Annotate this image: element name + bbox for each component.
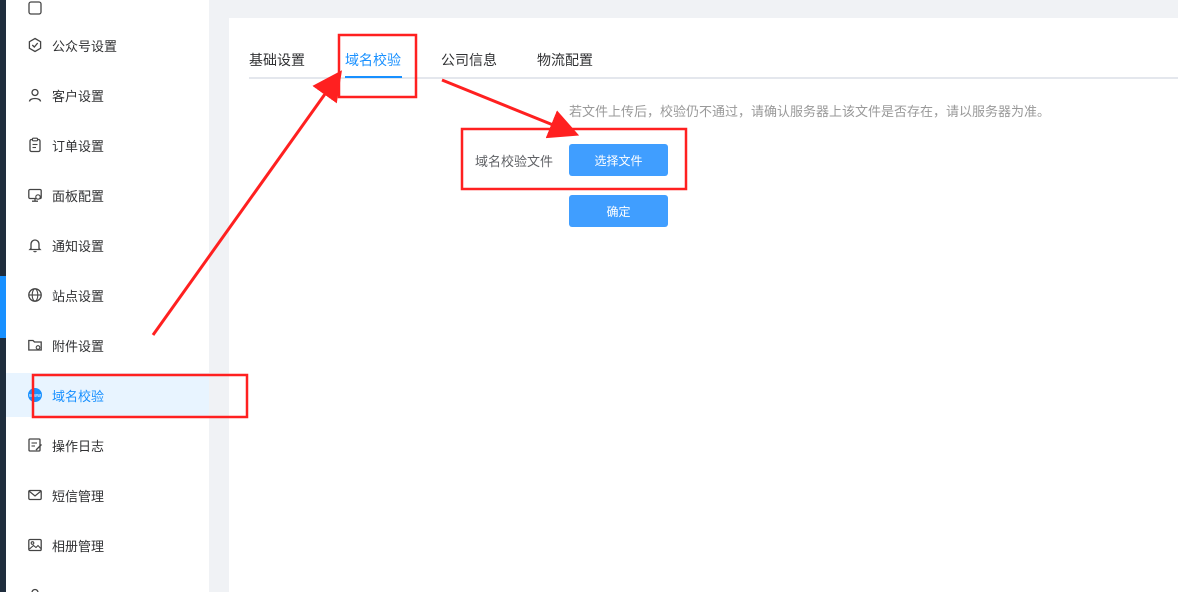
sidebar-item-domain-verify[interactable]: www 域名校验: [6, 373, 209, 417]
choose-file-button[interactable]: 选择文件: [569, 144, 668, 176]
tab-company-info[interactable]: 公司信息: [441, 50, 497, 70]
edit-log-icon: [26, 436, 44, 454]
sidebar-item-customer[interactable]: 客户设置: [6, 73, 209, 117]
sidebar-item-label: 面板配置: [52, 189, 105, 205]
sidebar-item-label: 短信管理: [52, 489, 105, 505]
sidebar-item-label: 附件设置: [52, 339, 105, 355]
sidebar-item-operation-log[interactable]: 操作日志: [6, 423, 209, 467]
confirm-button[interactable]: 确定: [569, 195, 668, 227]
sidebar-item-attachment[interactable]: 附件设置: [6, 323, 209, 367]
sidebar-item-partial-bottom[interactable]: [6, 573, 209, 592]
mail-icon: [26, 486, 44, 504]
main-nav-edge: [0, 0, 6, 592]
sidebar-item-label: 通知设置: [52, 239, 105, 255]
content-card: 基础设置 域名校验 公司信息 物流配置 若文件上传后，校验仍不通过，请确认服务器…: [229, 18, 1178, 592]
sidebar-item-album[interactable]: 相册管理: [6, 523, 209, 567]
sidebar-item-label: 域名校验: [52, 389, 105, 405]
settings-check-icon: [26, 36, 44, 54]
tab-logistics[interactable]: 物流配置: [537, 50, 593, 70]
sidebar-item-sms[interactable]: 短信管理: [6, 473, 209, 517]
active-tab-underline: [345, 76, 402, 78]
user-icon: [26, 86, 44, 104]
sidebar-item-order[interactable]: 订单设置: [6, 123, 209, 167]
sidebar-item-site[interactable]: 站点设置: [6, 273, 209, 317]
sidebar: 公众号设置 客户设置 订单设置 面板配置 通知设置 站点设置 附件设置 www …: [0, 0, 209, 592]
sidebar-item-notification[interactable]: 通知设置: [6, 223, 209, 267]
clipboard-icon: [26, 136, 44, 154]
svg-text:www: www: [29, 393, 41, 399]
monitor-icon: [26, 186, 44, 204]
upload-hint: 若文件上传后，校验仍不通过，请确认服务器上该文件是否存在，请以服务器为准。: [569, 105, 1051, 120]
sidebar-item-official-account[interactable]: 公众号设置: [6, 23, 209, 67]
image-icon: [26, 536, 44, 554]
sidebar-item-label: 订单设置: [52, 139, 105, 155]
settings-icon: [26, 0, 44, 17]
sidebar-item-label: 公众号设置: [52, 39, 118, 55]
main-nav-active-indicator: [0, 276, 6, 338]
folder-icon: [26, 336, 44, 354]
sidebar-item-label: 操作日志: [52, 439, 105, 455]
sidebar-item-label: 站点设置: [52, 289, 105, 305]
tab-domain-verify[interactable]: 域名校验: [345, 50, 401, 70]
user-icon: [26, 586, 44, 592]
sidebar-item-label: 相册管理: [52, 539, 105, 555]
sidebar-item-label: 客户设置: [52, 89, 105, 105]
globe-icon: [26, 286, 44, 304]
sidebar-item-panel[interactable]: 面板配置: [6, 173, 209, 217]
bell-icon: [26, 236, 44, 254]
settings-tabs: 基础设置 域名校验 公司信息 物流配置: [249, 42, 1178, 79]
domain-file-label: 域名校验文件: [475, 155, 554, 170]
tab-basic-settings[interactable]: 基础设置: [249, 50, 305, 70]
www-icon: www: [26, 386, 44, 404]
